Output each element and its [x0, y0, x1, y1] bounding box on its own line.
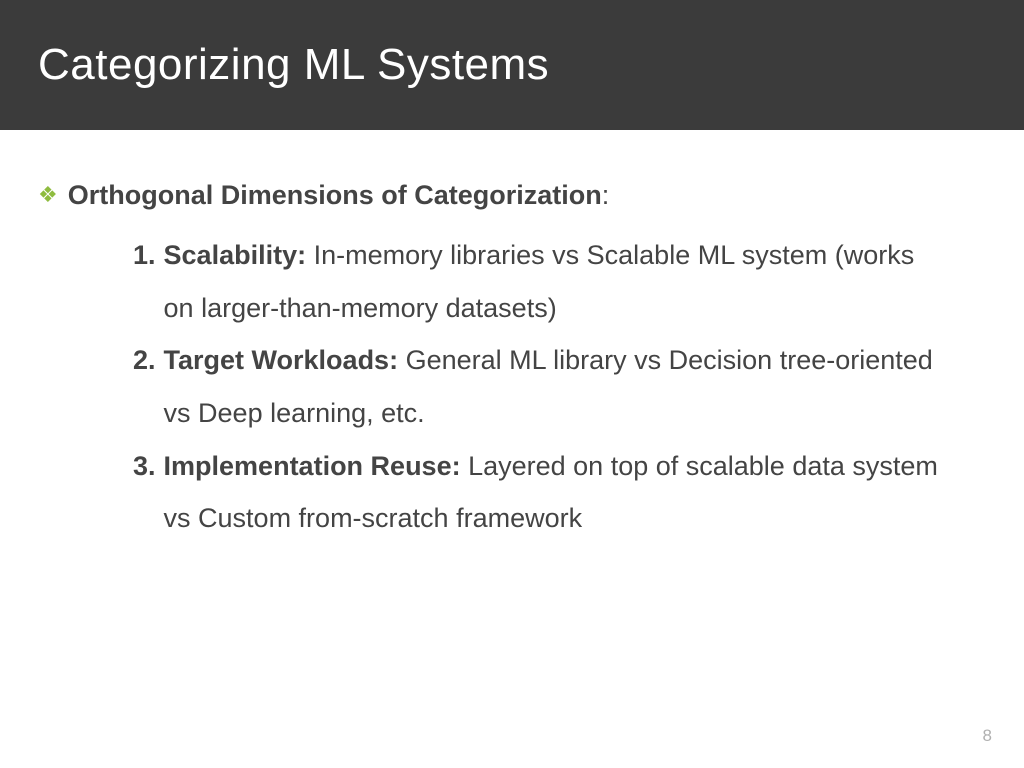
main-bullet-row: ❖ Orthogonal Dimensions of Categorizatio… [38, 180, 986, 211]
item-number: 2. [133, 334, 156, 439]
slide-content: ❖ Orthogonal Dimensions of Categorizatio… [0, 130, 1024, 545]
main-bullet-text-wrap: Orthogonal Dimensions of Categorization: [68, 180, 610, 211]
slide-title: Categorizing ML Systems [38, 40, 549, 90]
item-body: Target Workloads: General ML library vs … [164, 334, 946, 439]
item-number: 1. [133, 229, 156, 334]
numbered-list: 1. Scalability: In-memory libraries vs S… [38, 229, 986, 545]
item-label: Target Workloads: [164, 345, 399, 375]
item-number: 3. [133, 440, 156, 545]
main-bullet-colon: : [602, 180, 610, 210]
slide-header: Categorizing ML Systems [0, 0, 1024, 130]
item-label: Scalability: [164, 240, 307, 270]
item-body: Scalability: In-memory libraries vs Scal… [164, 229, 946, 334]
list-item: 3. Implementation Reuse: Layered on top … [133, 440, 946, 545]
item-body: Implementation Reuse: Layered on top of … [164, 440, 946, 545]
diamond-bullet-icon: ❖ [38, 180, 58, 211]
list-item: 1. Scalability: In-memory libraries vs S… [133, 229, 946, 334]
main-bullet-label: Orthogonal Dimensions of Categorization [68, 180, 602, 210]
item-label: Implementation Reuse: [164, 451, 461, 481]
list-item: 2. Target Workloads: General ML library … [133, 334, 946, 439]
page-number: 8 [983, 726, 992, 746]
